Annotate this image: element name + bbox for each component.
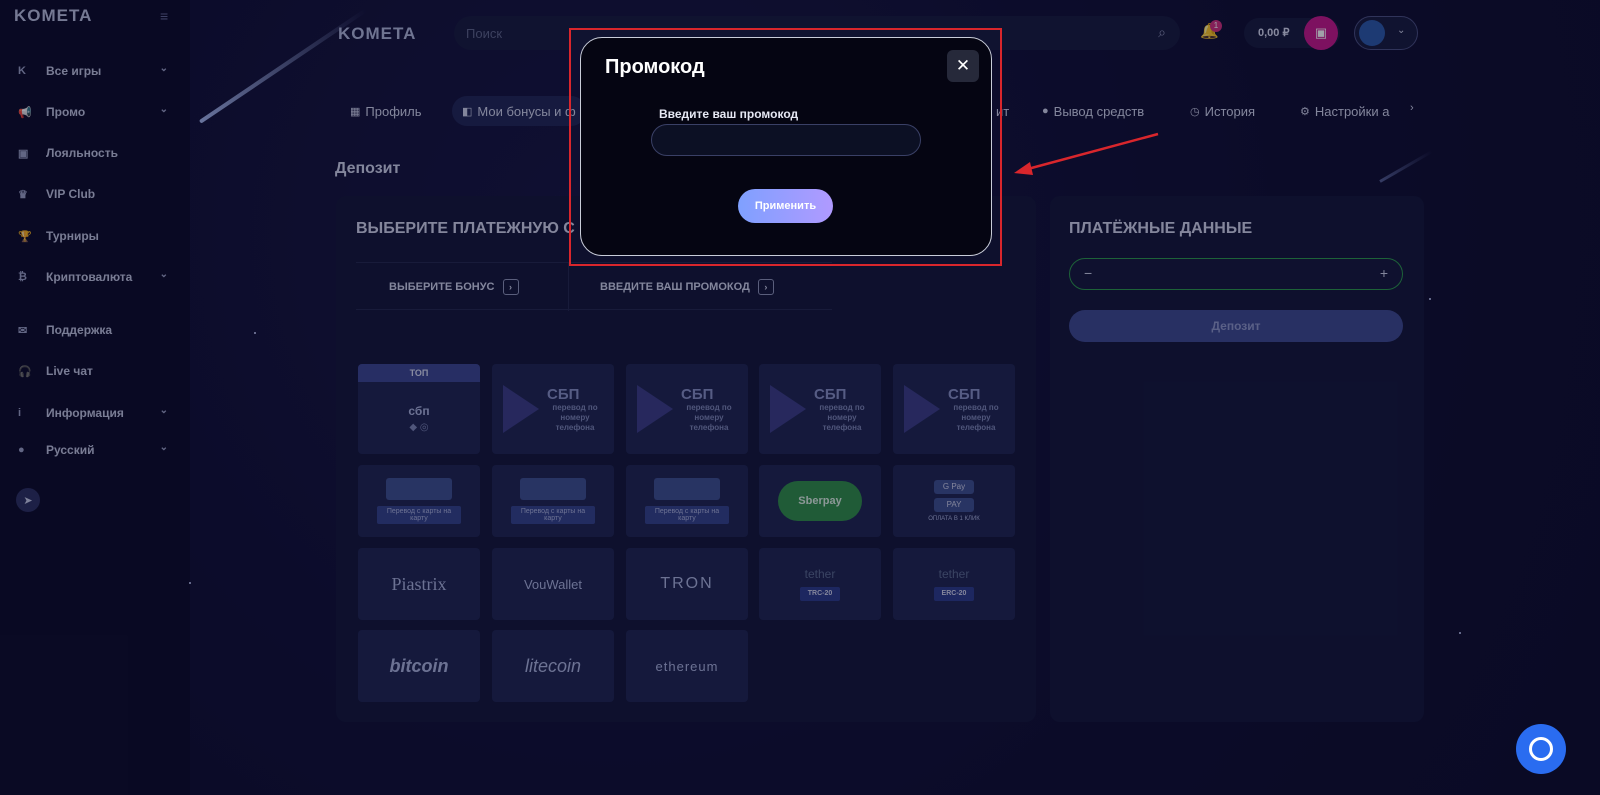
annotation-frame	[569, 28, 1002, 266]
live-chat-button[interactable]	[1516, 724, 1566, 774]
arrow-head	[1014, 162, 1033, 175]
annotation-arrow	[1014, 132, 1159, 175]
chat-icon	[1529, 737, 1553, 761]
arrow-line	[1023, 132, 1159, 172]
